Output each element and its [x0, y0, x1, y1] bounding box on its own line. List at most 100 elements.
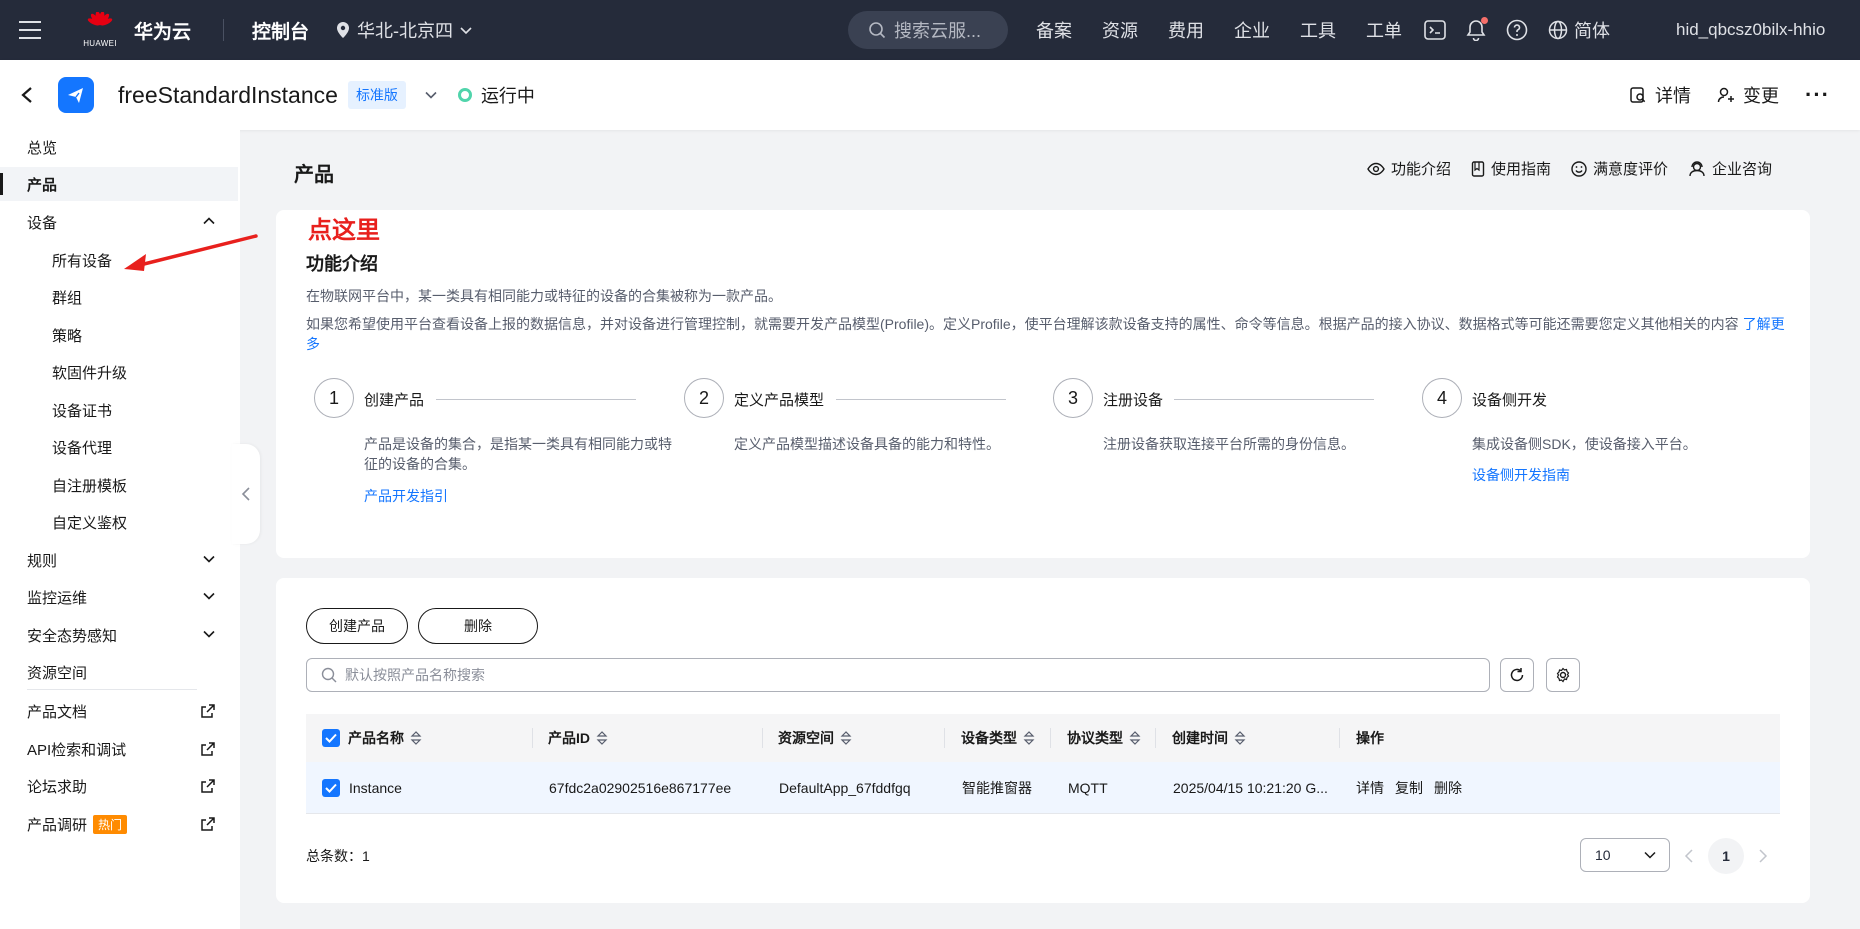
- divider: [223, 19, 225, 41]
- create-product-button[interactable]: 创建产品: [306, 608, 408, 644]
- nav-link-billing[interactable]: 费用: [1168, 17, 1204, 43]
- sidebar-item-overview[interactable]: 总览: [0, 130, 238, 164]
- terminal-icon[interactable]: [1424, 20, 1446, 40]
- sidebar-item-label: 产品调研: [27, 816, 88, 834]
- intro-paragraph-2-text: 如果您希望使用平台查看设备上报的数据信息，并对设备进行管理控制，就需要开发产品模…: [306, 316, 1739, 332]
- sidebar-item-rules[interactable]: 规则: [0, 543, 238, 577]
- sidebar-item-resource-space[interactable]: 资源空间: [0, 655, 238, 689]
- instance-status: 运行中: [457, 82, 535, 108]
- next-page-icon[interactable]: [1758, 848, 1768, 864]
- header-actions: 详情 变更 ···: [1629, 60, 1830, 130]
- sidebar-item-security-awareness[interactable]: 安全态势感知: [0, 618, 238, 652]
- hot-badge: 热门: [93, 814, 128, 834]
- product-name-link[interactable]: Instance: [349, 762, 402, 814]
- instance-header: freeStandardInstance 标准版 运行中 详情 变更 ···: [0, 60, 1860, 130]
- huawei-logo[interactable]: HUAWEI: [72, 12, 128, 48]
- step-description: 定义产品模型描述设备具备的能力和特性。: [734, 436, 1000, 452]
- sidebar-item-api-explorer[interactable]: API检索和调试: [0, 732, 238, 766]
- column-header-product-id[interactable]: 产品ID: [548, 714, 608, 762]
- column-separator: [1155, 728, 1156, 748]
- sidebar-item-device-proxy[interactable]: 设备代理: [0, 430, 238, 464]
- sidebar-item-custom-auth[interactable]: 自定义鉴权: [0, 505, 238, 539]
- back-arrow-icon[interactable]: [20, 86, 38, 104]
- protocol-cell: MQTT: [1068, 780, 1108, 796]
- page-size-select[interactable]: 10: [1580, 838, 1670, 872]
- delete-button[interactable]: 删除: [418, 608, 538, 644]
- nav-link-filing[interactable]: 备案: [1036, 17, 1072, 43]
- sidebar-item-policies[interactable]: 策略: [0, 318, 238, 352]
- column-header-protocol[interactable]: 协议类型: [1067, 714, 1141, 762]
- help-icon[interactable]: [1506, 19, 1528, 41]
- details-button[interactable]: 详情: [1629, 82, 1691, 108]
- column-header-created-time[interactable]: 创建时间: [1172, 714, 1246, 762]
- sidebar-item-product-survey[interactable]: 产品调研 热门: [0, 807, 238, 841]
- sidebar-item-forum[interactable]: 论坛求助: [0, 769, 238, 803]
- sidebar-item-monitoring[interactable]: 监控运维: [0, 580, 238, 614]
- global-search-input[interactable]: 搜索云服...: [848, 11, 1008, 49]
- top-nav-links: 备案 资源 费用 企业 工具 工单: [1036, 0, 1402, 60]
- column-separator: [762, 728, 763, 748]
- sidebar-item-product-docs[interactable]: 产品文档: [0, 694, 238, 728]
- user-account-menu[interactable]: hid_qbcsz0bilx-hhio: [1676, 0, 1825, 60]
- top-icons: 简体: [1424, 0, 1610, 60]
- sidebar-item-groups[interactable]: 群组: [0, 280, 238, 314]
- hamburger-menu-icon[interactable]: [0, 0, 60, 60]
- sidebar-item-label: 策略: [52, 327, 83, 345]
- nav-link-tickets[interactable]: 工单: [1366, 17, 1402, 43]
- step-number: 2: [684, 378, 724, 418]
- change-button[interactable]: 变更: [1717, 82, 1779, 108]
- nav-link-tools[interactable]: 工具: [1300, 17, 1336, 43]
- eye-icon: [1367, 162, 1385, 175]
- sidebar-item-firmware-upgrade[interactable]: 软固件升级: [0, 355, 238, 389]
- row-copy-link[interactable]: 复制: [1395, 762, 1423, 814]
- sidebar-item-products[interactable]: 产品: [0, 167, 238, 201]
- region-selector[interactable]: 华北-北京四: [335, 17, 473, 43]
- column-label: 操作: [1356, 730, 1384, 746]
- change-icon: [1717, 87, 1735, 103]
- device-dev-guide-link[interactable]: 设备侧开发指南: [1472, 465, 1570, 485]
- refresh-icon: [1510, 668, 1524, 682]
- smiley-icon: [1571, 160, 1587, 177]
- details-label: 详情: [1655, 86, 1692, 106]
- enterprise-consult-link[interactable]: 企业咨询: [1688, 158, 1772, 179]
- logo-subtext: HUAWEI: [83, 39, 117, 48]
- page-number-current[interactable]: 1: [1708, 838, 1744, 874]
- column-header-product-name[interactable]: 产品名称: [348, 714, 422, 762]
- brand-name[interactable]: 华为云: [134, 17, 191, 44]
- location-icon: [337, 22, 350, 38]
- external-link-icon: [201, 742, 215, 756]
- language-selector[interactable]: 简体: [1548, 17, 1610, 43]
- console-link[interactable]: 控制台: [252, 17, 309, 44]
- edition-tag: 标准版: [347, 81, 406, 109]
- sidebar-item-label: 总览: [27, 139, 58, 157]
- row-delete-link[interactable]: 删除: [1434, 762, 1462, 814]
- row-checkbox[interactable]: [322, 762, 340, 814]
- sidebar-item-label: 所有设备: [52, 252, 113, 270]
- notification-bell-icon[interactable]: [1466, 17, 1488, 41]
- username: hid_qbcsz0bilx-hhio: [1676, 20, 1826, 39]
- sidebar-item-self-registration-template[interactable]: 自注册模板: [0, 468, 238, 502]
- nav-link-resources[interactable]: 资源: [1102, 17, 1138, 43]
- sidebar-item-device-certificates[interactable]: 设备证书: [0, 393, 238, 427]
- feature-intro-link[interactable]: 功能介绍: [1367, 158, 1451, 179]
- product-search-input[interactable]: 默认按照产品名称搜索: [306, 658, 1490, 692]
- more-actions-button[interactable]: ···: [1805, 82, 1830, 108]
- user-guide-link[interactable]: 使用指南: [1471, 158, 1551, 179]
- nav-link-enterprise[interactable]: 企业: [1234, 17, 1270, 43]
- satisfaction-link[interactable]: 满意度评价: [1571, 158, 1668, 179]
- sidebar-collapse-button[interactable]: [232, 444, 260, 544]
- table-settings-button[interactable]: [1546, 658, 1580, 692]
- checkbox-checked-icon: [322, 779, 340, 797]
- product-dev-guide-link[interactable]: 产品开发指引: [364, 486, 448, 506]
- select-all-checkbox[interactable]: [322, 714, 340, 762]
- refresh-button[interactable]: [1500, 658, 1534, 692]
- row-details-link[interactable]: 详情: [1356, 762, 1384, 814]
- column-header-device-type[interactable]: 设备类型: [961, 714, 1035, 762]
- prev-page-icon[interactable]: [1684, 848, 1694, 864]
- column-header-resource-space[interactable]: 资源空间: [778, 714, 852, 762]
- instance-switch-chevron-icon[interactable]: [424, 88, 438, 102]
- status-label: 运行中: [480, 86, 535, 106]
- created-time-cell: 2025/04/15 10:21:20 G...: [1173, 780, 1328, 796]
- column-separator: [1339, 728, 1340, 748]
- sidebar-item-label: 规则: [27, 552, 58, 570]
